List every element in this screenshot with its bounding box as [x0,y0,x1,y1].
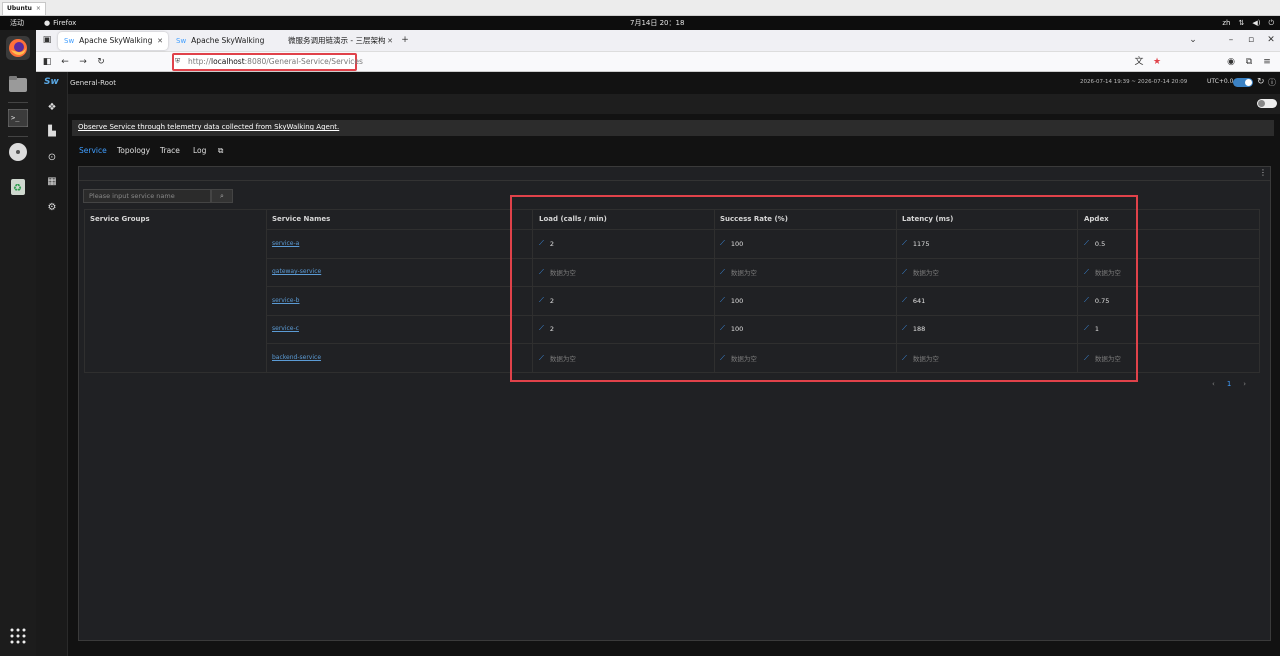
header-service-groups: Service Groups [90,215,150,223]
dock-terminal-icon[interactable]: >_ [6,106,30,130]
ubuntu-dock: >_ ♻ [0,30,36,656]
forward-icon[interactable]: → [76,55,90,69]
activities-button[interactable]: 活动 [10,16,24,30]
vm-tab-label: Ubuntu [7,5,32,12]
page-title: General-Root [70,79,116,87]
url-host: localhost [210,57,245,66]
app-menu-label: Firefox [53,19,77,27]
restore-icon[interactable]: ▫ [1244,33,1258,47]
dock-trash-icon[interactable]: ♻ [6,174,30,198]
header-service-names: Service Names [272,215,331,223]
search-icon[interactable]: ⌕ [211,189,233,203]
firefox-small-icon: ● [44,19,51,27]
browser-tab-1[interactable]: Sw Apache SkyWalking ✕ [58,32,168,50]
input-language[interactable]: zh [1222,16,1230,30]
service-link-row-2[interactable]: gateway-service [272,268,321,275]
service-link-row-4[interactable]: service-c [272,325,299,332]
skywalking-favicon-icon: Sw [64,37,75,45]
translate-icon[interactable]: 文 [1132,55,1146,69]
time-range-picker[interactable]: 2026-07-14 19:39 ~ 2026-07-14 20:09 [1080,79,1187,85]
tab-log[interactable]: Log [193,146,206,155]
tab-topology[interactable]: Topology [117,146,150,155]
show-apps-icon[interactable] [6,624,30,648]
browser-tab-2-label: Apache SkyWalking [191,36,265,45]
skywalking-logo[interactable]: Sw [44,77,59,87]
system-tray[interactable]: zh ⇅ ◀) ⏻ [1222,16,1274,30]
new-tab-button[interactable]: + [398,33,412,47]
back-icon[interactable]: ← [58,55,72,69]
dock-disc-icon[interactable] [6,140,30,164]
url-scheme: http:// [188,57,211,66]
close-tab-icon[interactable]: ✕ [387,32,393,50]
svg-text:♻: ♻ [13,183,22,194]
sidebar-marketplace-icon[interactable]: ▦ [46,176,58,188]
refresh-icon[interactable]: ↻ [1257,77,1265,87]
browser-tab-3[interactable]: 微服务调用链演示 - 三层架构 ✕ [282,32,398,50]
extensions-icon[interactable]: ⧉ [1242,55,1256,69]
close-window-icon[interactable]: ✕ [1264,33,1278,47]
edit-mode-toggle[interactable] [1257,99,1277,108]
skywalking-favicon-icon: Sw [176,37,187,45]
utc-label: UTC+0.0 [1207,78,1234,85]
dock-firefox-icon[interactable] [6,36,30,60]
auto-refresh-toggle[interactable] [1233,78,1253,87]
url-bar[interactable]: http://localhost:8080/General-Service/Se… [172,53,363,71]
sidebar-alarm-icon[interactable]: ⊙ [46,152,58,164]
pagination: ‹ 1 › [1212,380,1246,388]
service-search-input[interactable]: Please input service name [83,189,211,203]
gnome-top-bar: 活动 ● Firefox 7月14日 20：18 zh ⇅ ◀) ⏻ [0,16,1280,30]
service-link-row-3[interactable]: service-b [272,297,299,304]
next-page-icon[interactable]: › [1243,380,1246,388]
vm-tab-close-icon[interactable]: × [36,3,41,15]
sidebar-toggle-icon[interactable]: ◧ [40,55,54,69]
app-menu-firefox[interactable]: ● Firefox [44,16,76,30]
metrics-highlight-box [510,195,1138,382]
sidebar-metrics-icon[interactable]: ▙ [46,126,58,138]
site-info-shield-icon[interactable]: ⛨ [175,57,182,66]
sidebar-settings-icon[interactable]: ⚙ [46,202,58,214]
close-tab-icon[interactable]: ✕ [157,32,163,50]
clock[interactable]: 7月14日 20：18 [630,16,684,30]
reload-icon[interactable]: ↻ [94,55,108,69]
network-icon: ⇅ [1238,19,1245,27]
widget-more-icon[interactable]: ⋮ [1259,168,1267,177]
browser-tab-strip: ▣ Sw Apache SkyWalking ✕ Sw Apache SkyWa… [36,30,1280,52]
widget-header [79,167,1270,181]
tab-overview-icon[interactable]: ▣ [40,33,54,47]
copy-tabs-icon[interactable]: ⧉ [218,146,223,156]
browser-tab-2[interactable]: Sw Apache SkyWalking [170,32,280,50]
tab-service[interactable]: Service [79,146,107,155]
sidebar-dashboard-icon[interactable]: ❖ [46,102,58,114]
account-icon[interactable]: ◉ [1224,55,1238,69]
browser-tab-1-label: Apache SkyWalking [79,36,153,45]
list-tabs-icon[interactable]: ⌄ [1186,33,1200,47]
volume-icon: ◀) [1252,19,1261,27]
tab-trace[interactable]: Trace [160,146,180,155]
service-link-row-1[interactable]: service-a [272,240,299,247]
app-sidebar: ❖ ▙ ⊙ ▦ ⚙ [36,72,68,656]
info-icon[interactable]: ⓘ [1268,77,1276,88]
dock-files-icon[interactable] [6,72,30,96]
power-icon: ⏻ [1268,19,1274,27]
page-number[interactable]: 1 [1227,380,1231,388]
vm-tab-ubuntu[interactable]: Ubuntu × [2,2,46,15]
description-link[interactable]: Observe Service through telemetry data c… [78,123,339,131]
minimize-icon[interactable]: – [1224,33,1238,47]
svg-text:>_: >_ [11,114,20,122]
service-link-row-5[interactable]: backend-service [272,354,321,361]
prev-page-icon[interactable]: ‹ [1212,380,1215,388]
browser-tab-3-label: 微服务调用链演示 - 三层架构 [288,36,386,45]
bookmark-star-icon[interactable]: ★ [1150,55,1164,69]
menu-icon[interactable]: ≡ [1260,55,1274,69]
url-path: :8080/General-Service/Services [244,57,363,66]
vm-window-bar [0,0,1280,16]
dashboard-tabs [72,140,1274,162]
edit-strip [68,94,1280,114]
